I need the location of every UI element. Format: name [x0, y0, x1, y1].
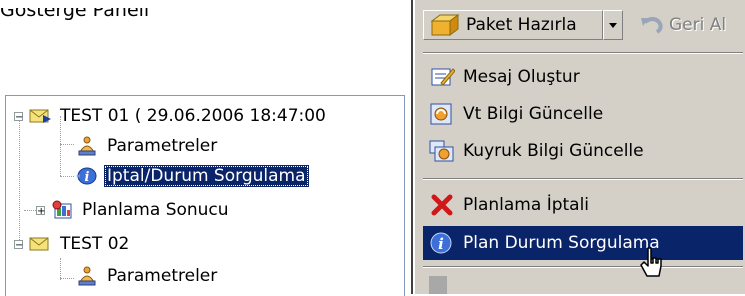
tree-node-planlama-sonucu[interactable]: + Planlama Sonucu	[36, 196, 232, 224]
plan-result-icon	[52, 200, 72, 219]
mouse-cursor-icon	[640, 247, 662, 277]
menu-item-label: Vt Bilgi Güncelle	[463, 104, 604, 124]
settings-bell-icon	[78, 136, 96, 156]
caption-text: Gösterge Paneli	[0, 0, 150, 21]
geri-al-button[interactable]: Geri Al	[635, 10, 745, 40]
tree-node-test02[interactable]: − TEST 02	[14, 230, 132, 258]
menu-item-planlama-iptali[interactable]: Planlama İptali	[423, 188, 743, 222]
queue-update-icon	[429, 140, 454, 162]
tree-node-label: TEST 02	[60, 234, 130, 254]
mail-envelope-icon	[29, 109, 51, 123]
tree-node-iptal-durum[interactable]: i Iptal/Durum Sorgulama	[76, 162, 309, 190]
context-menu: Paket Hazırla Geri Al Mesaj Oluştur Vt B…	[413, 0, 745, 294]
menu-item-label: Mesaj Oluştur	[463, 67, 580, 87]
mail-envelope-icon	[29, 237, 49, 251]
tree-node-test01[interactable]: − TEST 01 ( 29.06.2006 18:47:00	[14, 102, 329, 130]
toolbar: Paket Hazırla Geri Al	[415, 0, 745, 48]
tree-connector	[60, 258, 61, 280]
menu-item-vt-bilgi-guncelle[interactable]: Vt Bilgi Güncelle	[423, 97, 743, 131]
tree-node-label: Parametreler	[107, 136, 218, 156]
tree-node-label: Planlama Sonucu	[82, 200, 229, 220]
tree-node-label-selected: Iptal/Durum Sorgulama	[104, 165, 309, 187]
tree-connector	[60, 278, 74, 279]
menu-item-label: Planlama İptali	[463, 195, 590, 215]
red-x-cancel-icon	[431, 194, 453, 216]
undo-icon	[641, 17, 663, 34]
chevron-down-icon	[609, 23, 617, 28]
paket-hazirla-label: Paket Hazırla	[466, 15, 577, 35]
svg-text:i: i	[85, 170, 90, 185]
collapse-icon[interactable]: −	[14, 111, 23, 122]
tree-node-label: Parametreler	[107, 266, 218, 286]
geri-al-label: Geri Al	[669, 15, 727, 35]
menu-item-label: Plan Durum Sorgulama	[463, 233, 660, 253]
menu-item-plan-durum-sorgulama[interactable]: i Plan Durum Sorgulama	[423, 226, 743, 260]
collapse-icon[interactable]: −	[14, 239, 23, 250]
tree-connector	[60, 176, 74, 177]
expand-icon[interactable]: +	[36, 205, 45, 216]
menu-item-kuyruk-bilgi-guncelle[interactable]: Kuyruk Bilgi Güncelle	[423, 134, 743, 168]
menu-separator	[423, 52, 743, 54]
menu-item-label: Kuyruk Bilgi Güncelle	[463, 141, 644, 161]
partial-menu-icon	[429, 276, 447, 294]
tree-connector	[19, 116, 20, 244]
tree-node-parametreler[interactable]: Parametreler	[76, 132, 220, 160]
menu-separator	[423, 266, 743, 268]
info-query-icon: i	[76, 167, 97, 185]
package-box-icon	[430, 14, 460, 36]
tree-connector	[60, 144, 74, 145]
db-update-icon	[430, 103, 452, 125]
tree-node-label: TEST 01 ( 29.06.2006 18:47:00	[60, 106, 326, 126]
tree-view[interactable]: − TEST 01 ( 29.06.2006 18:47:00 Parametr…	[5, 95, 405, 296]
tree-node-parametreler-2[interactable]: Parametreler	[76, 262, 220, 290]
menu-item-mesaj-olustur[interactable]: Mesaj Oluştur	[423, 60, 743, 94]
settings-bell-icon	[78, 266, 96, 286]
compose-message-icon	[431, 68, 455, 86]
paket-hazirla-button[interactable]: Paket Hazırla	[423, 10, 603, 40]
svg-text:i: i	[438, 235, 444, 253]
paket-dropdown-button[interactable]	[603, 10, 623, 40]
menu-separator	[423, 178, 743, 180]
info-icon: i	[430, 232, 452, 254]
